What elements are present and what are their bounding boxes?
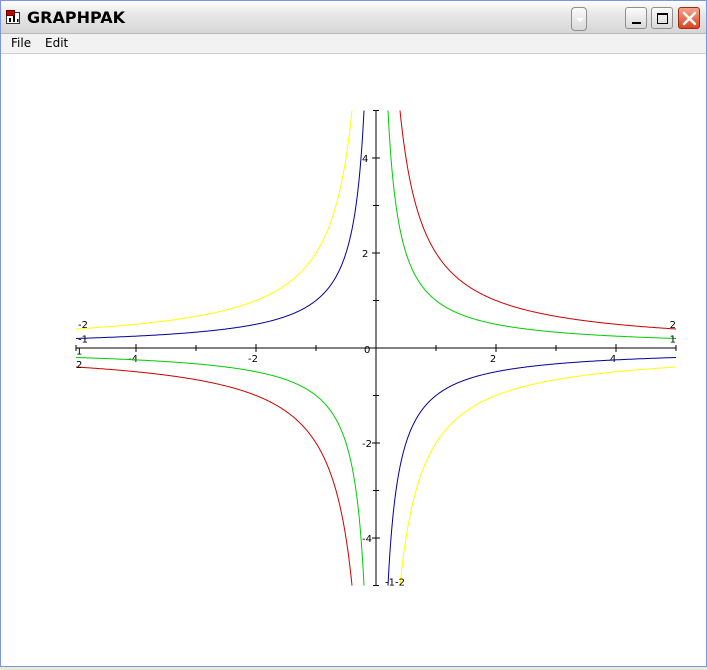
series-label: 2 (76, 360, 82, 371)
minimize-button[interactable] (625, 7, 647, 29)
series-label: -1 (385, 578, 395, 589)
series-label: 1 (76, 347, 82, 358)
y-tick-label: -2 (362, 439, 372, 450)
title-bar[interactable]: GRAPHPAK (1, 1, 706, 34)
y-tick-label: 4 (362, 154, 368, 165)
series-label: -2 (78, 320, 88, 331)
graphpak-window: GRAPHPAK File Edit -4-224420-2-4 (0, 0, 707, 667)
curve-neg2-right (399, 366, 676, 586)
close-icon (682, 11, 697, 26)
x-tick-label: 2 (490, 354, 496, 365)
series-label: 1 (670, 335, 676, 346)
hyperbola-chart: -4 -2 2 4420-2-421-2-121-1 -2 (75, 110, 677, 589)
menu-file[interactable]: File (11, 36, 31, 50)
curve-neg2-left (76, 110, 353, 330)
x-tick-label: -2 (248, 354, 258, 365)
graphpak-app-icon (6, 10, 20, 24)
curve-neg1-left (76, 110, 365, 339)
window-title: GRAPHPAK (27, 8, 125, 27)
series-label: -2 (395, 578, 405, 589)
series-label: 2 (670, 320, 676, 331)
maximize-button[interactable] (651, 7, 673, 29)
minimize-icon (632, 22, 641, 24)
curve-neg1-right (387, 357, 676, 586)
curve-1-right (387, 110, 676, 339)
menu-bar: File Edit (1, 34, 706, 54)
close-button[interactable] (678, 7, 700, 29)
maximize-icon (657, 13, 668, 24)
rollup-icon (576, 18, 584, 22)
menu-edit[interactable]: Edit (45, 36, 68, 50)
series-label: -1 (78, 335, 88, 346)
curve-2-left (76, 366, 353, 586)
plot-area: -4 -2 2 4 4 2 0 -2 -4 2 1 -2 -1 2 1 -1 -2 (1, 54, 706, 666)
rollup-button[interactable] (571, 7, 587, 31)
curve-2-right (399, 110, 676, 330)
y-tick-label: -4 (362, 534, 372, 545)
y-tick-label: 0 (364, 345, 370, 356)
y-tick-label: 2 (362, 249, 368, 260)
curve-1-left (76, 357, 365, 586)
